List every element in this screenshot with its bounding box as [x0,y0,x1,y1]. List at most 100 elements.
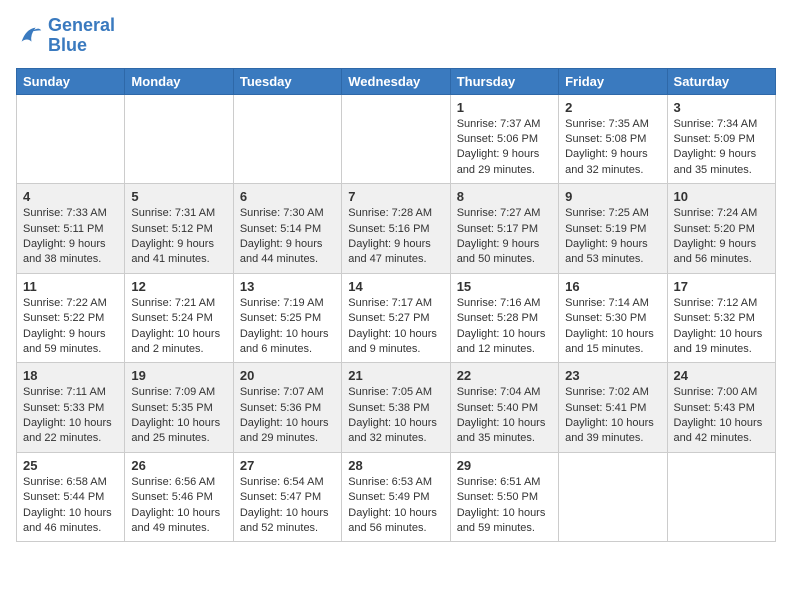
day-number: 25 [23,458,118,473]
calendar-cell: 14 Sunrise: 7:17 AMSunset: 5:27 PMDayligh… [342,273,450,363]
day-detail: Sunrise: 7:35 AMSunset: 5:08 PMDaylight:… [565,117,660,179]
day-detail: Sunrise: 7:19 AMSunset: 5:25 PMDaylight:… [240,296,335,358]
calendar-cell: 15 Sunrise: 7:16 AMSunset: 5:28 PMDayligh… [450,273,558,363]
calendar-week-row: 4 Sunrise: 7:33 AMSunset: 5:11 PMDaylight… [17,184,776,274]
day-number: 11 [23,279,118,294]
calendar-cell [125,94,233,184]
day-number: 23 [565,368,660,383]
calendar-cell: 18 Sunrise: 7:11 AMSunset: 5:33 PMDayligh… [17,363,125,453]
day-detail: Sunrise: 7:05 AMSunset: 5:38 PMDaylight:… [348,385,443,447]
day-detail: Sunrise: 7:28 AMSunset: 5:16 PMDaylight:… [348,206,443,268]
day-detail: Sunrise: 7:25 AMSunset: 5:19 PMDaylight:… [565,206,660,268]
day-number: 7 [348,189,443,204]
day-number: 4 [23,189,118,204]
day-number: 2 [565,100,660,115]
calendar-cell: 1 Sunrise: 7:37 AMSunset: 5:06 PMDaylight… [450,94,558,184]
calendar-cell: 9 Sunrise: 7:25 AMSunset: 5:19 PMDaylight… [559,184,667,274]
day-detail: Sunrise: 7:12 AMSunset: 5:32 PMDaylight:… [674,296,769,358]
calendar-cell: 26 Sunrise: 6:56 AMSunset: 5:46 PMDayligh… [125,452,233,542]
day-number: 12 [131,279,226,294]
day-detail: Sunrise: 7:04 AMSunset: 5:40 PMDaylight:… [457,385,552,447]
column-header-saturday: Saturday [667,68,775,94]
calendar-header-row: SundayMondayTuesdayWednesdayThursdayFrid… [17,68,776,94]
day-number: 13 [240,279,335,294]
logo-icon [16,22,44,50]
day-detail: Sunrise: 7:16 AMSunset: 5:28 PMDaylight:… [457,296,552,358]
day-detail: Sunrise: 7:17 AMSunset: 5:27 PMDaylight:… [348,296,443,358]
column-header-sunday: Sunday [17,68,125,94]
calendar-cell: 22 Sunrise: 7:04 AMSunset: 5:40 PMDayligh… [450,363,558,453]
day-number: 1 [457,100,552,115]
day-detail: Sunrise: 7:09 AMSunset: 5:35 PMDaylight:… [131,385,226,447]
column-header-wednesday: Wednesday [342,68,450,94]
calendar-cell: 13 Sunrise: 7:19 AMSunset: 5:25 PMDayligh… [233,273,341,363]
calendar-cell: 17 Sunrise: 7:12 AMSunset: 5:32 PMDayligh… [667,273,775,363]
day-number: 8 [457,189,552,204]
calendar-week-row: 1 Sunrise: 7:37 AMSunset: 5:06 PMDaylight… [17,94,776,184]
calendar-cell: 24Sunrise: 7:00 AMSunset: 5:43 PMDayligh… [667,363,775,453]
calendar-cell: 29Sunrise: 6:51 AMSunset: 5:50 PMDayligh… [450,452,558,542]
day-detail: Sunrise: 7:31 AMSunset: 5:12 PMDaylight:… [131,206,226,268]
day-number: 20 [240,368,335,383]
calendar-cell: 11 Sunrise: 7:22 AMSunset: 5:22 PMDayligh… [17,273,125,363]
calendar-week-row: 18 Sunrise: 7:11 AMSunset: 5:33 PMDayligh… [17,363,776,453]
day-detail: Sunrise: 7:00 AMSunset: 5:43 PMDaylight:… [674,385,769,447]
day-detail: Sunrise: 7:37 AMSunset: 5:06 PMDaylight:… [457,117,552,179]
logo: General Blue [16,16,115,56]
calendar-cell [342,94,450,184]
day-detail: Sunrise: 7:33 AMSunset: 5:11 PMDaylight:… [23,206,118,268]
day-number: 28 [348,458,443,473]
day-number: 26 [131,458,226,473]
day-detail: Sunrise: 6:54 AMSunset: 5:47 PMDaylight:… [240,475,335,537]
day-number: 27 [240,458,335,473]
calendar-cell: 19Sunrise: 7:09 AMSunset: 5:35 PMDayligh… [125,363,233,453]
column-header-friday: Friday [559,68,667,94]
day-number: 22 [457,368,552,383]
calendar-cell: 21Sunrise: 7:05 AMSunset: 5:38 PMDayligh… [342,363,450,453]
calendar-cell: 23 Sunrise: 7:02 AMSunset: 5:41 PMDayligh… [559,363,667,453]
calendar-cell: 5Sunrise: 7:31 AMSunset: 5:12 PMDaylight… [125,184,233,274]
day-detail: Sunrise: 7:14 AMSunset: 5:30 PMDaylight:… [565,296,660,358]
calendar-cell: 3 Sunrise: 7:34 AMSunset: 5:09 PMDaylight… [667,94,775,184]
day-number: 16 [565,279,660,294]
calendar-cell: 25Sunrise: 6:58 AMSunset: 5:44 PMDayligh… [17,452,125,542]
day-detail: Sunrise: 7:24 AMSunset: 5:20 PMDaylight:… [674,206,769,268]
day-number: 10 [674,189,769,204]
calendar-table: SundayMondayTuesdayWednesdayThursdayFrid… [16,68,776,543]
calendar-cell [233,94,341,184]
day-detail: Sunrise: 7:22 AMSunset: 5:22 PMDaylight:… [23,296,118,358]
calendar-cell: 16 Sunrise: 7:14 AMSunset: 5:30 PMDayligh… [559,273,667,363]
calendar-cell: 12 Sunrise: 7:21 AMSunset: 5:24 PMDayligh… [125,273,233,363]
logo-text: General Blue [48,16,115,56]
calendar-cell: 10 Sunrise: 7:24 AMSunset: 5:20 PMDayligh… [667,184,775,274]
calendar-week-row: 25Sunrise: 6:58 AMSunset: 5:44 PMDayligh… [17,452,776,542]
day-detail: Sunrise: 7:11 AMSunset: 5:33 PMDaylight:… [23,385,118,447]
day-detail: Sunrise: 7:30 AMSunset: 5:14 PMDaylight:… [240,206,335,268]
calendar-cell [667,452,775,542]
calendar-cell: 2 Sunrise: 7:35 AMSunset: 5:08 PMDaylight… [559,94,667,184]
calendar-cell: 20 Sunrise: 7:07 AMSunset: 5:36 PMDayligh… [233,363,341,453]
calendar-cell: 4 Sunrise: 7:33 AMSunset: 5:11 PMDaylight… [17,184,125,274]
day-number: 29 [457,458,552,473]
day-detail: Sunrise: 6:53 AMSunset: 5:49 PMDaylight:… [348,475,443,537]
calendar-cell: 6 Sunrise: 7:30 AMSunset: 5:14 PMDaylight… [233,184,341,274]
day-number: 3 [674,100,769,115]
day-detail: Sunrise: 7:02 AMSunset: 5:41 PMDaylight:… [565,385,660,447]
page-header: General Blue [16,16,776,56]
day-number: 9 [565,189,660,204]
day-detail: Sunrise: 7:34 AMSunset: 5:09 PMDaylight:… [674,117,769,179]
calendar-cell: 28 Sunrise: 6:53 AMSunset: 5:49 PMDayligh… [342,452,450,542]
day-number: 6 [240,189,335,204]
day-number: 14 [348,279,443,294]
column-header-tuesday: Tuesday [233,68,341,94]
day-detail: Sunrise: 6:56 AMSunset: 5:46 PMDaylight:… [131,475,226,537]
calendar-cell: 8Sunrise: 7:27 AMSunset: 5:17 PMDaylight… [450,184,558,274]
day-number: 18 [23,368,118,383]
calendar-cell: 27 Sunrise: 6:54 AMSunset: 5:47 PMDayligh… [233,452,341,542]
day-number: 17 [674,279,769,294]
day-detail: Sunrise: 7:07 AMSunset: 5:36 PMDaylight:… [240,385,335,447]
day-detail: Sunrise: 7:21 AMSunset: 5:24 PMDaylight:… [131,296,226,358]
column-header-monday: Monday [125,68,233,94]
day-number: 15 [457,279,552,294]
calendar-week-row: 11 Sunrise: 7:22 AMSunset: 5:22 PMDayligh… [17,273,776,363]
